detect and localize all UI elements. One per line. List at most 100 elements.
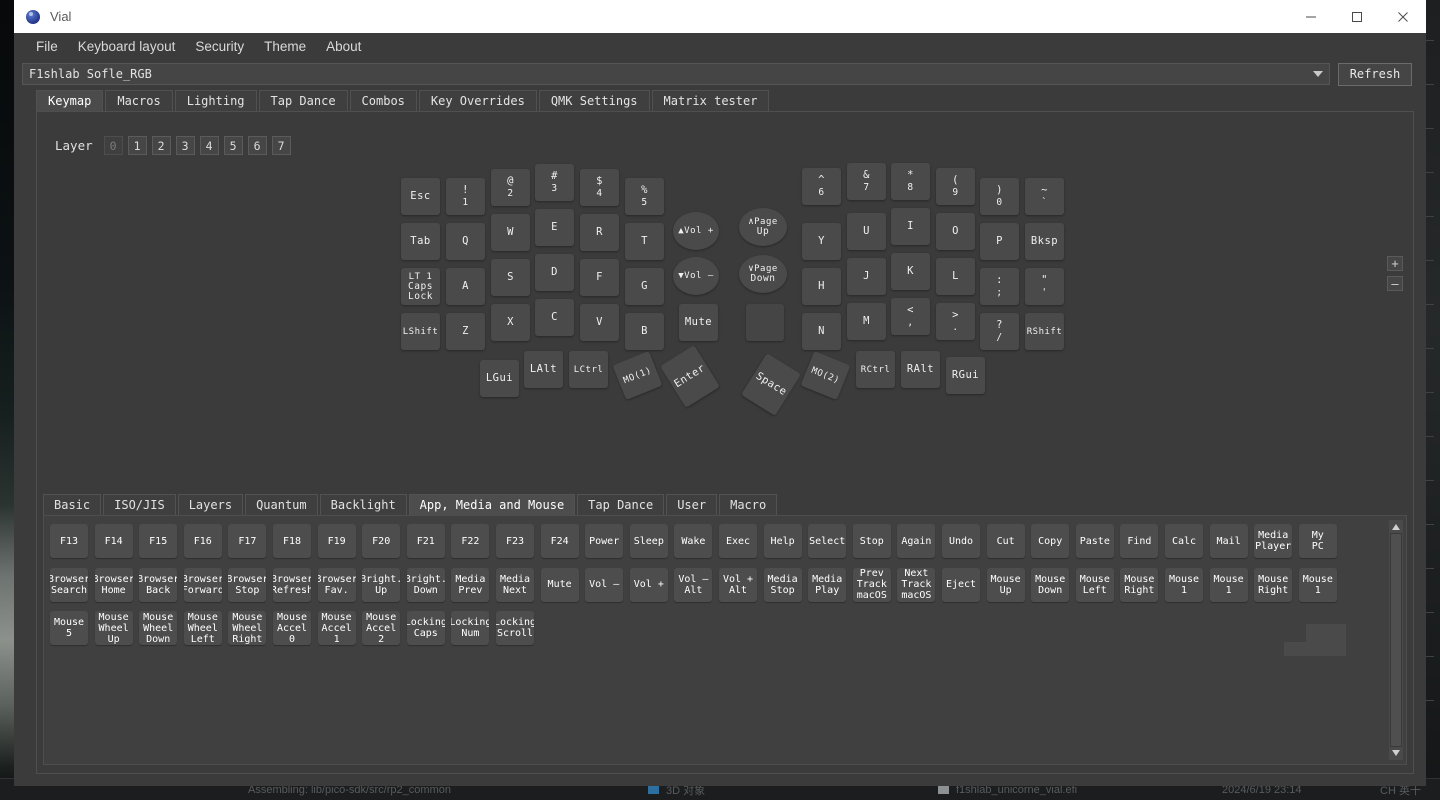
category-tab-user[interactable]: User <box>666 494 717 515</box>
picker-key-f24[interactable]: F24 <box>541 524 579 558</box>
keycap-empty-52[interactable]: "' <box>1025 268 1064 305</box>
scroll-down-arrow-icon[interactable] <box>1390 747 1402 759</box>
keycap-empty-39[interactable]: )0 <box>980 178 1019 215</box>
picker-key-copy[interactable]: Copy <box>1031 524 1069 558</box>
keycap-s-14[interactable]: S <box>491 259 530 296</box>
picker-key-mute[interactable]: Mute <box>541 568 579 602</box>
keycap-b-23[interactable]: B <box>625 313 664 350</box>
keycap-lalt-25[interactable]: LAlt <box>524 351 563 388</box>
picker-key-mouse-wheel-right[interactable]: MouseWheelRight <box>228 611 266 645</box>
key-picker-scrollbar[interactable] <box>1389 520 1403 760</box>
keycap-rshift-58[interactable]: RShift <box>1025 313 1064 350</box>
picker-key-mouse-right[interactable]: MouseRight <box>1120 568 1158 602</box>
picker-key-stop[interactable]: Stop <box>853 524 891 558</box>
keycap-l-50[interactable]: L <box>936 258 975 295</box>
tab-matrix-tester[interactable]: Matrix tester <box>652 90 770 111</box>
picker-key-mouse-1[interactable]: Mouse1 <box>1165 568 1203 602</box>
keycap-y-41[interactable]: Y <box>802 223 841 260</box>
picker-key-f16[interactable]: F16 <box>184 524 222 558</box>
minimize-button[interactable] <box>1288 0 1334 33</box>
picker-key-f17[interactable]: F17 <box>228 524 266 558</box>
keycap-r-10[interactable]: R <box>580 214 619 251</box>
keycap-i-43[interactable]: I <box>891 208 930 245</box>
menu-item-about[interactable]: About <box>316 36 371 57</box>
keycap-g-17[interactable]: G <box>625 268 664 305</box>
picker-key-mouse-wheel-up[interactable]: MouseWheelUp <box>95 611 133 645</box>
picker-key-prev-track-macos[interactable]: PrevTrackmacOS <box>853 568 891 602</box>
picker-key-media-player[interactable]: MediaPlayer <box>1254 524 1292 558</box>
keycap-p-45[interactable]: P <box>980 223 1019 260</box>
taskbar-app-icon-1[interactable] <box>648 785 659 794</box>
keycap-empty-5[interactable]: %5 <box>625 178 664 215</box>
keycap-q-7[interactable]: Q <box>446 223 485 260</box>
keycap-rgui-63[interactable]: RGui <box>946 357 985 394</box>
keycap-empty-40[interactable]: ~` <box>1025 178 1064 215</box>
picker-key-f18[interactable]: F18 <box>273 524 311 558</box>
picker-key-f13[interactable]: F13 <box>50 524 88 558</box>
picker-key-wake[interactable]: Wake <box>674 524 712 558</box>
picker-key-vol--alt[interactable]: Vol –Alt <box>674 568 712 602</box>
picker-key-vol-+-alt[interactable]: Vol +Alt <box>719 568 757 602</box>
picker-key-f20[interactable]: F20 <box>362 524 400 558</box>
picker-key-cut[interactable]: Cut <box>987 524 1025 558</box>
keycap-a-13[interactable]: A <box>446 268 485 305</box>
keycap-bksp-46[interactable]: Bksp <box>1025 223 1064 260</box>
picker-key-f15[interactable]: F15 <box>139 524 177 558</box>
keycap-n-53[interactable]: N <box>802 313 841 350</box>
tab-key-overrides[interactable]: Key Overrides <box>419 90 537 111</box>
scroll-up-arrow-icon[interactable] <box>1390 521 1402 533</box>
keycap-empty-51[interactable]: :; <box>980 268 1019 305</box>
category-tab-quantum[interactable]: Quantum <box>245 494 318 515</box>
picker-key-mouse-left[interactable]: MouseLeft <box>1076 568 1114 602</box>
keycap-mo-2-60[interactable]: MO(2) <box>800 351 850 400</box>
picker-key-f14[interactable]: F14 <box>95 524 133 558</box>
picker-key-mail[interactable]: Mail <box>1210 524 1248 558</box>
picker-key-media-next[interactable]: MediaNext <box>496 568 534 602</box>
picker-key-vol[interactable]: Vol – <box>585 568 623 602</box>
tab-macros[interactable]: Macros <box>105 90 172 111</box>
picker-key-mouse-accel-2[interactable]: MouseAccel2 <box>362 611 400 645</box>
category-tab-basic[interactable]: Basic <box>43 494 101 515</box>
keycap-page-32[interactable]: ∧PageUp <box>739 208 787 246</box>
keycap-mo-1-27[interactable]: MO(1) <box>612 351 662 400</box>
category-tab-app-media-and-mouse[interactable]: App, Media and Mouse <box>409 494 576 515</box>
close-button[interactable] <box>1380 0 1426 33</box>
tab-combos[interactable]: Combos <box>350 90 417 111</box>
picker-key-f22[interactable]: F22 <box>451 524 489 558</box>
keycap-empty-4[interactable]: $4 <box>580 169 619 206</box>
category-tab-iso-jis[interactable]: ISO/JIS <box>103 494 176 515</box>
picker-key-mouse-right[interactable]: MouseRight <box>1254 568 1292 602</box>
picker-key-f21[interactable]: F21 <box>407 524 445 558</box>
keycap-mute-31[interactable]: Mute <box>679 304 718 341</box>
menu-item-security[interactable]: Security <box>185 36 254 57</box>
maximize-button[interactable] <box>1334 0 1380 33</box>
picker-key-mouse-wheel-down[interactable]: MouseWheelDown <box>139 611 177 645</box>
keycap-c-21[interactable]: C <box>535 299 574 336</box>
category-tab-tap-dance[interactable]: Tap Dance <box>577 494 664 515</box>
keycap-lgui-24[interactable]: LGui <box>480 360 519 397</box>
picker-key-f19[interactable]: F19 <box>318 524 356 558</box>
keycap-empty-36[interactable]: &7 <box>847 163 886 200</box>
picker-key-exec[interactable]: Exec <box>719 524 757 558</box>
picker-key-browser-refresh[interactable]: BrowserRefresh <box>273 568 311 602</box>
keycap-rctrl-61[interactable]: RCtrl <box>856 351 895 388</box>
keycap-h-47[interactable]: H <box>802 268 841 305</box>
picker-key-browser-back[interactable]: BrowserBack <box>139 568 177 602</box>
picker-key-vol-+[interactable]: Vol + <box>630 568 668 602</box>
category-tab-backlight[interactable]: Backlight <box>320 494 407 515</box>
picker-key-browser-fav[interactable]: BrowserFav. <box>318 568 356 602</box>
keycap-lt-1-12[interactable]: LT 1CapsLock <box>401 268 440 305</box>
scrollbar-thumb[interactable] <box>1391 534 1401 746</box>
picker-key-select[interactable]: Select <box>808 524 846 558</box>
keycap-vol-30[interactable]: ▼Vol – <box>673 257 719 295</box>
picker-key-browser-search[interactable]: BrowserSearch <box>50 568 88 602</box>
picker-key-find[interactable]: Find <box>1120 524 1158 558</box>
menu-item-keyboard-layout[interactable]: Keyboard layout <box>68 36 186 57</box>
taskbar-app-icon-2[interactable] <box>938 785 949 794</box>
keycap-empty-57[interactable]: ?/ <box>980 313 1019 350</box>
keycap-k-49[interactable]: K <box>891 253 930 290</box>
picker-key-bright--up[interactable]: Bright.Up <box>362 568 400 602</box>
keycap-empty-3[interactable]: #3 <box>535 164 574 201</box>
tab-keymap[interactable]: Keymap <box>36 90 103 111</box>
picker-key-browser-forward[interactable]: BrowserForward <box>184 568 222 602</box>
